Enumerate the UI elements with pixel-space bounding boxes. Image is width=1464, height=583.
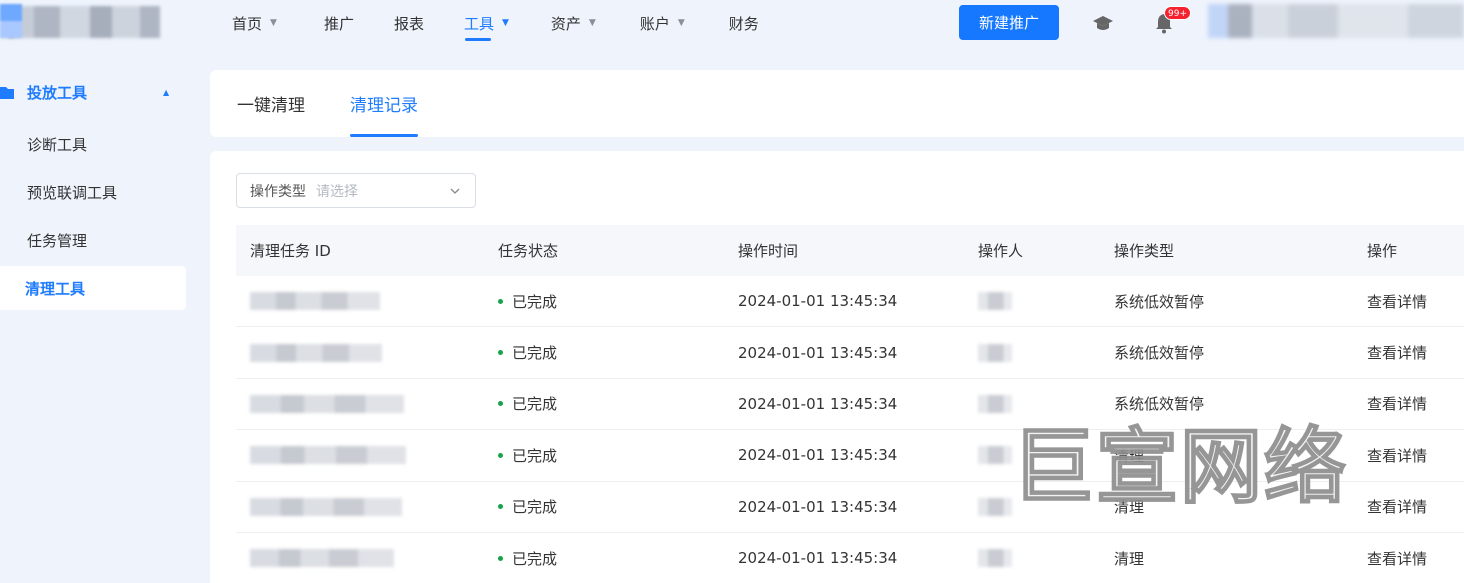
operation-time: 2024-01-01 13:45:34 bbox=[738, 446, 898, 465]
nav-item-finance[interactable]: 财务 bbox=[729, 0, 759, 46]
status-dot bbox=[498, 401, 503, 407]
operator-blurred bbox=[978, 292, 1012, 311]
operation-time: 2024-01-01 13:45:34 bbox=[738, 292, 898, 311]
new-promotion-button[interactable]: 新建推广 bbox=[959, 5, 1059, 40]
tab-one-click-cleanup[interactable]: 一键清理 bbox=[237, 70, 305, 137]
operation-time: 2024-01-01 13:45:34 bbox=[738, 394, 898, 413]
top-header: 首页 ▼ 推广 报表 工具 ▼ 资产 ▼ 账户 ▼ 财务 新建推广 99+ bbox=[0, 0, 1464, 46]
operator-blurred bbox=[978, 394, 1012, 413]
status-text: 已完成 bbox=[512, 292, 558, 311]
operation-time: 2024-01-01 13:45:34 bbox=[738, 549, 898, 568]
top-nav: 首页 ▼ 推广 报表 工具 ▼ 资产 ▼ 账户 ▼ 财务 bbox=[232, 0, 759, 46]
nav-item-reports[interactable]: 报表 bbox=[394, 0, 424, 46]
status-dot bbox=[498, 452, 503, 458]
status-dot bbox=[498, 298, 503, 304]
folder-icon bbox=[0, 87, 14, 99]
sidebar-group-delivery-tools[interactable]: 投放工具 ▲ bbox=[0, 66, 186, 118]
operator-blurred bbox=[978, 446, 1012, 465]
nav-item-promotion[interactable]: 推广 bbox=[324, 0, 354, 46]
status-text: 已完成 bbox=[512, 446, 558, 465]
tabs-bar: 一键清理 清理记录 bbox=[210, 70, 1464, 137]
column-header-operation-type: 操作类型 bbox=[1114, 242, 1175, 260]
nav-item-assets[interactable]: 资产 ▼ bbox=[551, 0, 596, 46]
sidebar-item-diagnosis[interactable]: 诊断工具 bbox=[0, 122, 186, 166]
operation-type: 系统低效暂停 bbox=[1114, 395, 1205, 414]
cleanup-records-table: 清理任务 ID 任务状态 操作时间 操作人 操作类型 操作 已完成 2024-0… bbox=[236, 225, 1464, 583]
status-dot bbox=[498, 504, 503, 510]
operation-type-select[interactable]: 操作类型 请选择 bbox=[236, 173, 476, 208]
column-header-status: 任务状态 bbox=[498, 242, 559, 260]
filter-label: 操作类型 bbox=[250, 183, 306, 200]
column-header-task-id: 清理任务 ID bbox=[250, 242, 331, 260]
chevron-down-icon: ▼ bbox=[501, 18, 509, 28]
user-account-blurred[interactable] bbox=[1208, 4, 1464, 38]
table-row: 已完成 2024-01-01 13:45:34 清理 查看详情 bbox=[236, 533, 1464, 583]
chevron-down-icon bbox=[450, 188, 460, 194]
task-id-blurred bbox=[250, 549, 394, 568]
sidebar-item-preview-debug[interactable]: 预览联调工具 bbox=[0, 170, 186, 214]
task-id-blurred bbox=[250, 394, 404, 413]
table-header: 清理任务 ID 任务状态 操作时间 操作人 操作类型 操作 bbox=[236, 225, 1464, 276]
table-row: 已完成 2024-01-01 13:45:34 清理 查看详情 bbox=[236, 430, 1464, 482]
status-text: 已完成 bbox=[512, 395, 558, 414]
operation-type: 系统低效暂停 bbox=[1114, 292, 1205, 311]
operation-time: 2024-01-01 13:45:34 bbox=[738, 343, 898, 362]
view-details-link[interactable]: 查看详情 bbox=[1367, 327, 1427, 377]
operator-blurred bbox=[978, 549, 1012, 568]
column-header-actions: 操作 bbox=[1367, 242, 1398, 260]
tab-cleanup-records[interactable]: 清理记录 bbox=[350, 70, 418, 137]
chevron-up-icon: ▲ bbox=[163, 88, 170, 97]
view-details-link[interactable]: 查看详情 bbox=[1367, 379, 1427, 429]
chevron-down-icon: ▼ bbox=[677, 18, 685, 28]
table-row: 已完成 2024-01-01 13:45:34 系统低效暂停 查看详情 bbox=[236, 276, 1464, 328]
nav-item-account[interactable]: 账户 ▼ bbox=[640, 0, 685, 46]
operator-blurred bbox=[978, 497, 1012, 516]
view-details-link[interactable]: 查看详情 bbox=[1367, 482, 1427, 532]
task-id-blurred bbox=[250, 446, 406, 465]
main-content: 操作类型 请选择 清理任务 ID 任务状态 操作时间 操作人 操作类型 操作 已… bbox=[210, 151, 1464, 583]
view-details-link[interactable]: 查看详情 bbox=[1367, 430, 1427, 480]
column-header-operator: 操作人 bbox=[978, 242, 1024, 260]
status-text: 已完成 bbox=[512, 498, 558, 517]
view-details-link[interactable]: 查看详情 bbox=[1367, 533, 1427, 583]
view-details-link[interactable]: 查看详情 bbox=[1367, 276, 1427, 326]
nav-item-tools[interactable]: 工具 ▼ bbox=[464, 0, 509, 46]
chevron-down-icon: ▼ bbox=[270, 18, 277, 28]
operation-type: 清理 bbox=[1114, 446, 1145, 465]
brand-logo-blurred[interactable] bbox=[0, 6, 160, 38]
operation-type: 系统低效暂停 bbox=[1114, 344, 1205, 363]
task-id-blurred bbox=[250, 497, 402, 516]
notification-badge: 99+ bbox=[1164, 6, 1191, 20]
operation-type: 清理 bbox=[1114, 498, 1145, 517]
sidebar: 投放工具 ▲ 诊断工具 预览联调工具 任务管理 清理工具 bbox=[0, 66, 186, 310]
status-text: 已完成 bbox=[512, 344, 558, 363]
operator-blurred bbox=[978, 343, 1012, 362]
sidebar-item-task-management[interactable]: 任务管理 bbox=[0, 218, 186, 262]
table-row: 已完成 2024-01-01 13:45:34 系统低效暂停 查看详情 bbox=[236, 327, 1464, 379]
task-id-blurred bbox=[250, 343, 382, 362]
status-dot bbox=[498, 350, 503, 356]
filter-placeholder: 请选择 bbox=[316, 183, 358, 200]
brand-logo-mark bbox=[0, 4, 22, 38]
task-id-blurred bbox=[250, 292, 380, 311]
nav-item-home[interactable]: 首页 ▼ bbox=[232, 0, 277, 46]
table-row: 已完成 2024-01-01 13:45:34 系统低效暂停 查看详情 bbox=[236, 379, 1464, 431]
sidebar-item-cleanup-tool[interactable]: 清理工具 bbox=[0, 266, 186, 310]
graduation-cap-icon[interactable] bbox=[1092, 12, 1114, 34]
status-text: 已完成 bbox=[512, 549, 558, 568]
status-dot bbox=[498, 555, 503, 561]
column-header-time: 操作时间 bbox=[738, 242, 799, 260]
operation-type: 清理 bbox=[1114, 549, 1145, 568]
chevron-down-icon: ▼ bbox=[588, 18, 596, 28]
table-row: 已完成 2024-01-01 13:45:34 清理 查看详情 bbox=[236, 482, 1464, 533]
operation-time: 2024-01-01 13:45:34 bbox=[738, 497, 898, 516]
